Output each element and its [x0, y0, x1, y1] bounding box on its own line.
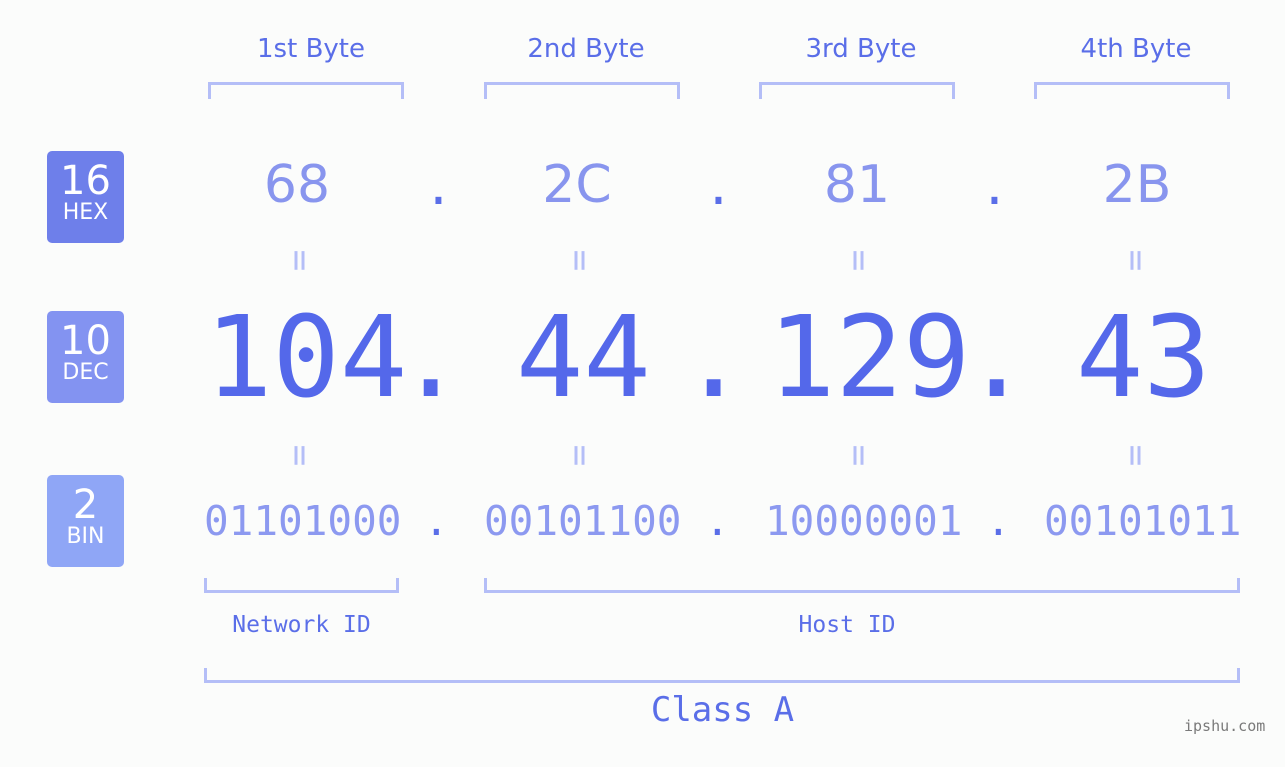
bin-byte-4: 00101011 [1044, 497, 1242, 545]
hex-separator-3: . [980, 160, 1009, 216]
bin-base-number: 2 [72, 482, 99, 528]
dec-separator-3: . [963, 293, 1031, 423]
bin-badge: 2 BIN [47, 475, 124, 567]
class-bracket [204, 668, 1240, 683]
byte-label-3: 3rd Byte [805, 34, 917, 64]
bin-separator-1: . [424, 497, 449, 545]
host-id-label: Host ID [798, 612, 896, 638]
byte-label-4: 4th Byte [1080, 34, 1192, 64]
bin-separator-2: . [705, 497, 730, 545]
bin-byte-1: 01101000 [204, 497, 402, 545]
byte-label-1: 1st Byte [257, 34, 365, 64]
hex-base-number: 16 [60, 158, 111, 204]
hex-badge: 16 HEX [47, 151, 124, 243]
byte-bracket-3 [759, 82, 955, 99]
dec-base-label: DEC [62, 360, 109, 385]
host-id-bracket [484, 578, 1240, 593]
dec-base-number: 10 [60, 318, 111, 364]
hex-separator-2: . [704, 160, 733, 216]
network-id-label: Network ID [232, 612, 371, 638]
bin-separator-3: . [986, 497, 1011, 545]
dec-badge: 10 DEC [47, 311, 124, 403]
hex-separator-1: . [424, 160, 453, 216]
bin-base-label: BIN [66, 524, 105, 549]
dec-separator-2: . [680, 293, 748, 423]
bin-byte-2: 00101100 [484, 497, 682, 545]
byte-bracket-1 [208, 82, 404, 99]
network-id-bracket [204, 578, 399, 593]
hex-base-label: HEX [62, 200, 109, 225]
dec-separator-1: . [397, 293, 465, 423]
byte-bracket-4 [1034, 82, 1230, 99]
byte-bracket-2 [484, 82, 680, 99]
byte-label-2: 2nd Byte [527, 34, 645, 64]
bin-byte-3: 10000001 [765, 497, 963, 545]
class-label: Class A [650, 690, 795, 730]
watermark: ipshu.com [1184, 717, 1266, 735]
